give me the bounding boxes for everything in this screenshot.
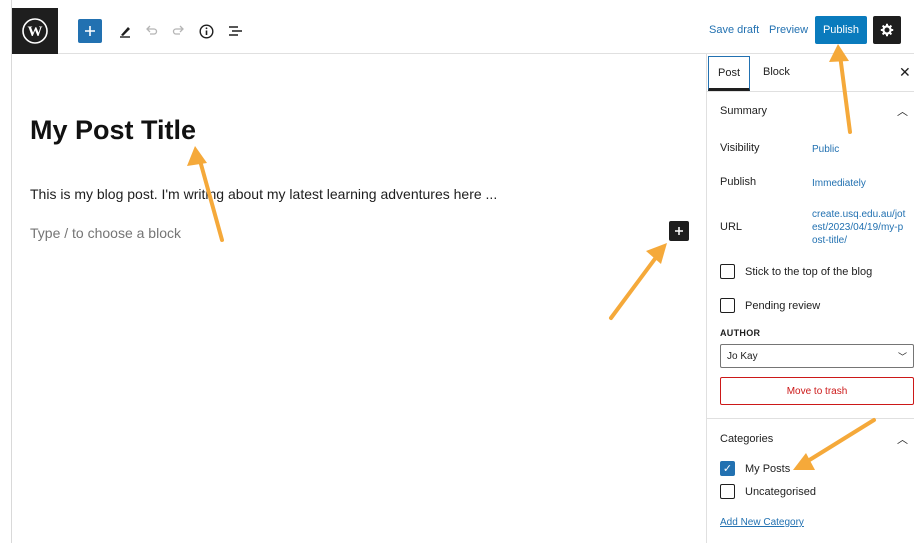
pencil-icon[interactable] <box>113 19 137 43</box>
redo-icon[interactable] <box>167 19 191 43</box>
list-view-icon[interactable] <box>223 19 247 43</box>
screenshot-edge <box>11 0 12 543</box>
summary-heading[interactable]: Summary <box>720 105 767 117</box>
tab-block[interactable]: Block <box>763 66 790 78</box>
undo-icon[interactable] <box>139 19 163 43</box>
stick-top-label: Stick to the top of the blog <box>745 266 873 278</box>
author-label: AUTHOR <box>720 328 761 338</box>
info-icon[interactable] <box>194 19 218 43</box>
chevron-up-icon[interactable]: ︿ <box>897 431 908 447</box>
categories-heading[interactable]: Categories <box>720 433 773 445</box>
post-title[interactable]: My Post Title <box>30 115 196 146</box>
category-checkbox-my-posts[interactable]: ✓ <box>720 461 735 476</box>
publish-button[interactable]: Publish <box>815 16 867 44</box>
svg-text:W: W <box>28 24 43 40</box>
url-value[interactable]: create.usq.edu.au/jotest/2023/04/19/my-p… <box>812 208 908 247</box>
pending-review-checkbox[interactable] <box>720 298 735 313</box>
author-value: Jo Kay <box>727 350 758 362</box>
publish-date-value[interactable]: Immediately <box>812 177 866 190</box>
url-label: URL <box>720 221 743 233</box>
author-select[interactable]: Jo Kay ﹀ <box>720 344 914 368</box>
panel-divider <box>707 418 914 419</box>
gear-icon[interactable] <box>873 16 901 44</box>
stick-top-checkbox[interactable] <box>720 264 735 279</box>
save-draft-button[interactable]: Save draft <box>709 24 759 36</box>
pending-review-label: Pending review <box>745 300 821 312</box>
chevron-up-icon[interactable]: ︿ <box>897 103 908 119</box>
paragraph-block[interactable]: This is my blog post. I'm writing about … <box>30 186 497 202</box>
settings-sidebar: Post Block ✕ Summary ︿ Visibility Public… <box>706 54 914 543</box>
category-label: Uncategorised <box>745 486 816 498</box>
category-checkbox-uncategorised[interactable] <box>720 484 735 499</box>
wordpress-logo-icon[interactable]: W <box>12 8 58 54</box>
move-to-trash-button[interactable]: Move to trash <box>720 377 914 405</box>
category-label: My Posts <box>745 463 791 475</box>
annotation-arrow-add-block <box>609 243 667 320</box>
sidebar-tabs: Post Block ✕ <box>707 54 914 92</box>
close-icon[interactable]: ✕ <box>899 64 911 81</box>
preview-button[interactable]: Preview <box>769 24 808 36</box>
tab-post[interactable]: Post <box>708 56 750 91</box>
visibility-value[interactable]: Public <box>812 143 839 156</box>
add-new-category-link[interactable]: Add New Category <box>720 517 804 528</box>
visibility-label: Visibility <box>720 142 760 154</box>
editor-toolbar: W Save draft Preview Publish <box>12 8 914 54</box>
inline-add-block-icon[interactable] <box>669 221 689 241</box>
add-block-icon[interactable] <box>78 19 102 43</box>
chevron-down-icon: ﹀ <box>897 352 907 362</box>
block-placeholder[interactable]: Type / to choose a block <box>30 225 181 241</box>
publish-label: Publish <box>720 176 757 188</box>
